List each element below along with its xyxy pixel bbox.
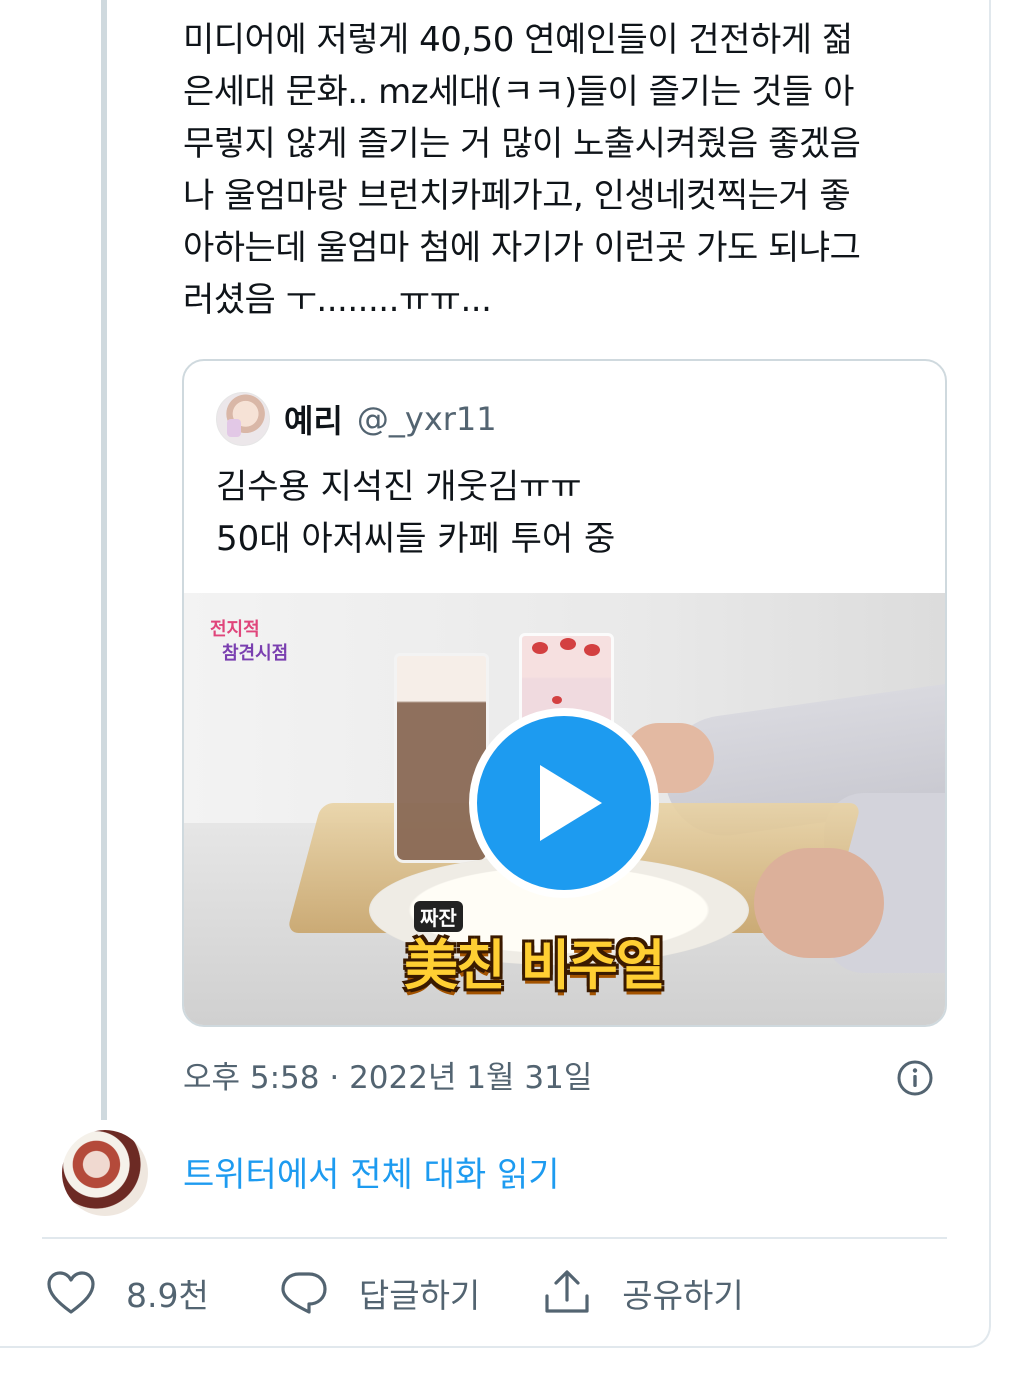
caption-title: 美친 비주얼: [404, 934, 666, 997]
play-icon[interactable]: [469, 708, 659, 898]
info-icon[interactable]: [895, 1058, 935, 1098]
thread-connector-line: [101, 0, 107, 1120]
tweet-timestamp[interactable]: 오후 5:58 · 2022년 1월 31일: [183, 1052, 592, 1097]
show-logo: 전지적 참견시점: [210, 619, 289, 664]
quoted-tweet[interactable]: 예리 @_yxr11 김수용 지석진 개웃김ㅠㅠ 50대 아저씨들 카페 투어 …: [182, 359, 947, 1027]
action-bar: 8.9천 답글하기 공유하기: [46, 1266, 744, 1320]
tweet-text-line: 무렇지 않게 즐기는 거 많이 노출시켜줬음 좋겠음: [183, 124, 861, 164]
quoted-text-line: 50대 아저씨들 카페 투어 중: [216, 519, 616, 559]
tweet-body: 미디어에 저렇게 40,50 연예인들이 건전하게 젊 은세대 문화.. mz세…: [183, 14, 963, 326]
share-icon: [542, 1268, 592, 1318]
quoted-tweet-header: 예리 @_yxr11: [216, 391, 497, 447]
divider: [42, 1237, 947, 1239]
reply-button[interactable]: 답글하기: [279, 1266, 480, 1320]
video-caption: 짜잔 美친 비주얼: [404, 901, 666, 1000]
viewer-avatar[interactable]: [62, 1130, 148, 1216]
quoted-tweet-text: 김수용 지석진 개웃김ㅠㅠ 50대 아저씨들 카페 투어 중: [216, 461, 615, 565]
tweet-text-line: 미디어에 저렇게 40,50 연예인들이 건전하게 젊: [183, 20, 853, 60]
tweet-text-line: 아하는데 울엄마 첨에 자기가 이런곳 가도 되냐그: [183, 228, 861, 268]
tweet-text-line: 나 울엄마랑 브런치카페가고, 인생네컷찍는거 좋: [183, 176, 851, 216]
video-thumbnail[interactable]: 전지적 참견시점 짜잔 美친 비주얼: [184, 593, 945, 1025]
tweet-text-line: 은세대 문화.. mz세대(ㅋㅋ)들이 즐기는 것들 아: [183, 72, 854, 112]
caption-badge: 짜잔: [414, 901, 463, 932]
like-count: 8.9천: [126, 1276, 209, 1315]
like-button[interactable]: 8.9천: [46, 1266, 209, 1320]
tweet-text-line: 러셨음 ㅜ........ㅠㅠ...: [183, 280, 492, 320]
quoted-text-line: 김수용 지석진 개웃김ㅠㅠ: [216, 467, 582, 507]
quoted-author-name[interactable]: 예리: [284, 396, 343, 442]
share-label: 공유하기: [622, 1276, 744, 1315]
reply-icon: [279, 1270, 329, 1316]
heart-icon: [46, 1270, 96, 1316]
reply-label: 답글하기: [358, 1276, 481, 1315]
quoted-author-handle[interactable]: @_yxr11: [357, 400, 497, 438]
quoted-author-avatar[interactable]: [216, 392, 270, 446]
read-conversation-link[interactable]: 트위터에서 전체 대화 읽기: [183, 1147, 560, 1196]
share-button[interactable]: 공유하기: [542, 1266, 744, 1320]
